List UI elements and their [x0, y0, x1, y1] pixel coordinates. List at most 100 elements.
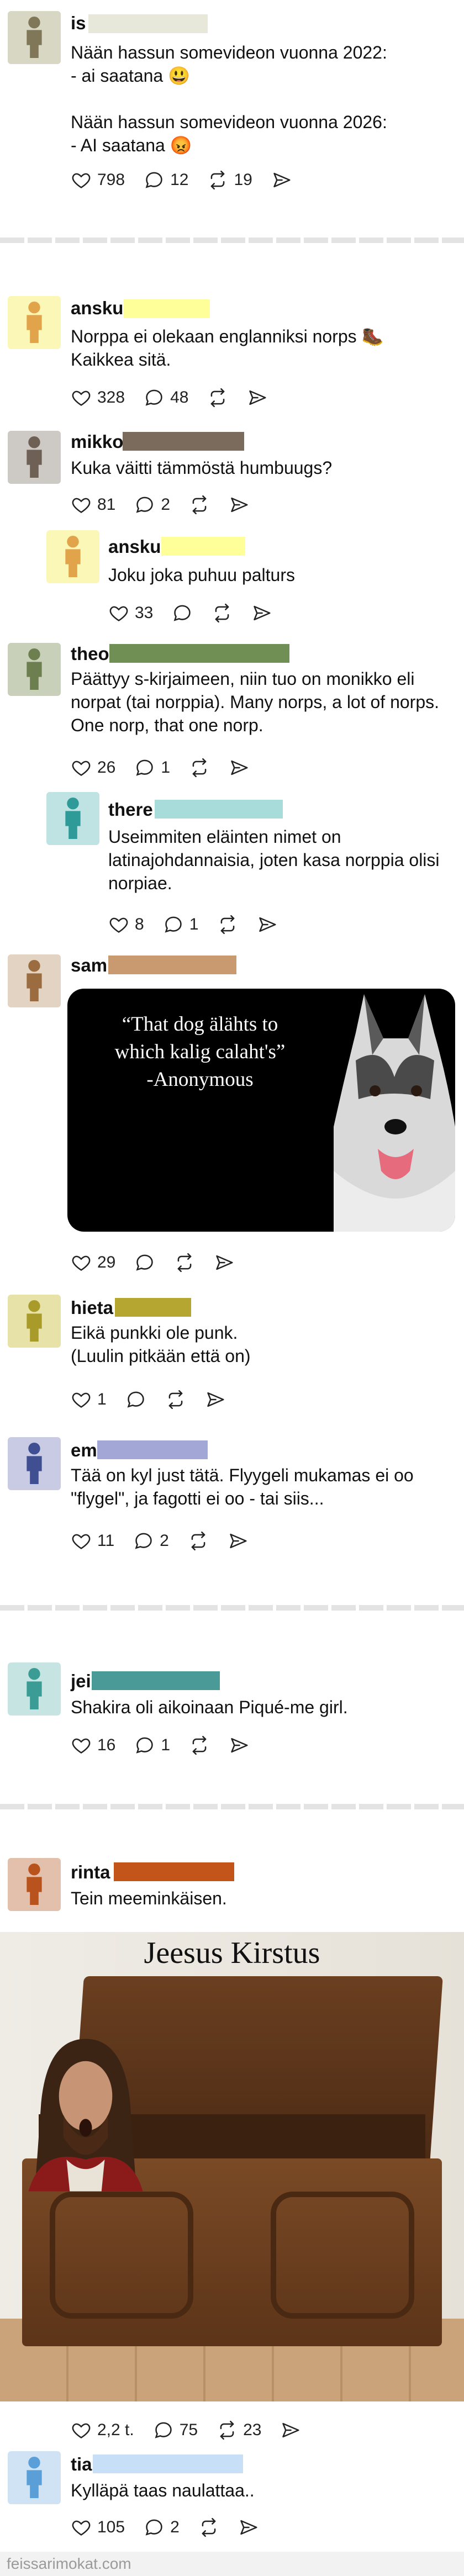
like-button[interactable]: 29	[71, 1252, 115, 1273]
repost-button[interactable]	[189, 494, 210, 515]
share-button[interactable]	[229, 757, 250, 778]
like-button[interactable]: 33	[108, 603, 153, 624]
send-icon	[229, 1735, 250, 1756]
avatar[interactable]	[8, 1295, 61, 1348]
avatar[interactable]	[8, 296, 61, 349]
avatar[interactable]	[8, 643, 61, 696]
repost-button[interactable]	[189, 1735, 210, 1756]
like-button[interactable]: 2,2 t.	[71, 2420, 134, 2441]
avatar[interactable]	[8, 1437, 61, 1490]
comment-button[interactable]: 1	[134, 757, 170, 778]
like-count: 26	[97, 758, 116, 777]
comment-count: 1	[161, 1736, 171, 1754]
comment-button[interactable]: 2	[133, 1530, 169, 1551]
username[interactable]: ansku	[108, 537, 161, 557]
username[interactable]: jei	[71, 1671, 91, 1691]
comment-count: 48	[170, 388, 189, 407]
comment-button[interactable]: 1	[163, 914, 198, 935]
like-count: 2,2 t.	[97, 2421, 134, 2439]
username-redaction	[88, 14, 208, 33]
repost-button[interactable]	[198, 2517, 219, 2538]
repost-icon	[189, 1735, 210, 1756]
post-actions: 81 2	[71, 494, 268, 516]
avatar[interactable]	[8, 11, 61, 64]
repost-button[interactable]	[189, 757, 210, 778]
divider	[0, 237, 464, 243]
meme-image[interactable]: “That dog älähts to which kalig calaht's…	[67, 989, 455, 1232]
username[interactable]: hieta	[71, 1298, 113, 1318]
like-button[interactable]: 105	[71, 2517, 125, 2538]
comment-button[interactable]: 48	[144, 387, 188, 408]
like-button[interactable]: 11	[71, 1530, 114, 1551]
like-button[interactable]: 798	[71, 170, 125, 191]
share-button[interactable]	[280, 2420, 301, 2441]
send-icon	[205, 1389, 226, 1410]
repost-icon	[174, 1252, 195, 1273]
like-button[interactable]: 26	[71, 757, 115, 778]
send-icon	[229, 757, 250, 778]
meme-image[interactable]	[0, 1932, 464, 2401]
share-button[interactable]	[214, 1252, 235, 1273]
comment-count: 75	[179, 2421, 198, 2439]
comment-button[interactable]: 12	[144, 170, 188, 191]
username[interactable]: sam	[71, 956, 107, 975]
jesus-figure	[28, 2039, 143, 2192]
share-button[interactable]	[229, 494, 250, 515]
username[interactable]: tia	[71, 2454, 92, 2474]
comment-button[interactable]: 1	[134, 1735, 170, 1756]
repost-button[interactable]	[212, 603, 233, 624]
share-button[interactable]	[229, 1735, 250, 1756]
share-button[interactable]	[205, 1389, 226, 1410]
comment-button[interactable]	[172, 603, 193, 624]
comment-icon	[125, 1389, 146, 1410]
like-button[interactable]: 8	[108, 914, 144, 935]
comment-icon	[144, 2517, 165, 2538]
avatar[interactable]	[8, 1662, 61, 1715]
share-button[interactable]	[247, 387, 268, 408]
person-icon	[18, 16, 51, 59]
repost-button[interactable]	[217, 914, 238, 935]
share-button[interactable]	[228, 1530, 249, 1551]
username[interactable]: theo	[71, 644, 109, 664]
like-button[interactable]: 328	[71, 387, 125, 408]
comment-button[interactable]: 75	[153, 2420, 198, 2441]
like-count: 105	[97, 2518, 125, 2536]
share-button[interactable]	[238, 2517, 259, 2538]
person-icon	[18, 1863, 51, 1906]
like-button[interactable]: 81	[71, 494, 115, 515]
username[interactable]: ansku	[71, 298, 123, 318]
repost-button[interactable]	[188, 1530, 209, 1551]
repost-icon	[207, 170, 228, 191]
comment-button[interactable]: 2	[134, 494, 170, 515]
repost-button[interactable]: 19	[207, 170, 252, 191]
repost-button[interactable]	[174, 1252, 195, 1273]
send-icon	[257, 914, 278, 935]
post-actions: 328 48	[71, 387, 287, 409]
share-button[interactable]	[271, 170, 292, 191]
comment-button[interactable]	[134, 1252, 155, 1273]
username[interactable]: there	[108, 800, 153, 820]
post-actions: 33	[108, 602, 291, 624]
avatar[interactable]	[8, 431, 61, 484]
avatar[interactable]	[8, 954, 61, 1007]
post-text: Kuka väitti tämmöstä humbuugs?	[71, 458, 333, 478]
repost-button[interactable]	[165, 1389, 186, 1410]
username[interactable]: rinta	[71, 1862, 110, 1882]
comment-button[interactable]	[125, 1389, 146, 1410]
username[interactable]: is	[71, 13, 86, 33]
username[interactable]: mikko	[71, 432, 123, 452]
avatar[interactable]	[8, 1858, 61, 1911]
comment-button[interactable]: 2	[144, 2517, 180, 2538]
repost-button[interactable]	[207, 387, 228, 408]
username[interactable]: em	[71, 1440, 97, 1460]
avatar[interactable]	[46, 530, 99, 583]
send-icon	[228, 1530, 249, 1551]
like-button[interactable]: 1	[71, 1389, 107, 1410]
heart-icon	[71, 2517, 92, 2538]
share-button[interactable]	[257, 914, 278, 935]
repost-button[interactable]: 23	[217, 2420, 261, 2441]
like-button[interactable]: 16	[71, 1735, 115, 1756]
avatar[interactable]	[46, 792, 99, 845]
share-button[interactable]	[251, 603, 272, 624]
avatar[interactable]	[8, 2451, 61, 2504]
